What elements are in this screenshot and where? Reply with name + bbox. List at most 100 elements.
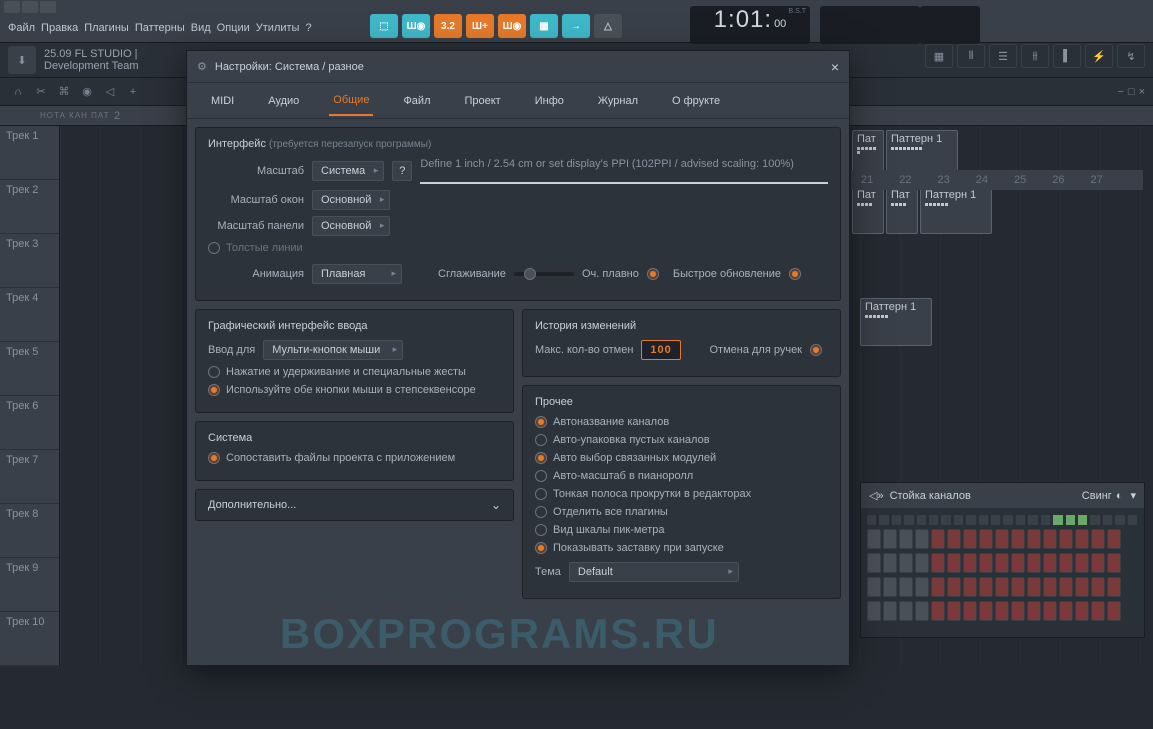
tab-info[interactable]: Инфо [531, 87, 568, 115]
view-wrench-icon[interactable]: ↯ [1117, 44, 1145, 68]
step-button[interactable] [1027, 553, 1041, 573]
other-radio-4[interactable] [535, 488, 547, 500]
pat-tabs[interactable]: НОТА КАН ПАТ [40, 111, 110, 120]
step-button[interactable] [1107, 553, 1121, 573]
step-button[interactable] [1027, 529, 1041, 549]
other-radio-3[interactable] [535, 470, 547, 482]
channel-rack-header[interactable]: ◁» Стойка каналов Свинг ◐ ▾ [861, 483, 1144, 509]
track-5[interactable]: Трек 5 [0, 342, 59, 396]
step-button[interactable] [1011, 553, 1025, 573]
step-button[interactable] [1091, 529, 1105, 549]
tool-x-icon[interactable]: × [1139, 86, 1145, 98]
step-button[interactable] [915, 529, 929, 549]
transport-btn-2[interactable]: 3.2 [434, 14, 462, 38]
tab-audio[interactable]: Аудио [264, 87, 303, 115]
step-button[interactable] [1107, 529, 1121, 549]
ppi-slider[interactable] [420, 182, 828, 184]
theme-dropdown[interactable]: Default [569, 562, 739, 582]
step-button[interactable] [995, 553, 1009, 573]
dialog-header[interactable]: ⚙ Настройки: Система / разное × [187, 51, 849, 83]
transport-btn-7[interactable]: △ [594, 14, 622, 38]
step-button[interactable] [899, 577, 913, 597]
magnet-icon[interactable]: ∩ [8, 82, 28, 102]
tab-midi[interactable]: MIDI [207, 87, 238, 115]
other-radio-5[interactable] [535, 506, 547, 518]
hold-gesture-radio[interactable] [208, 366, 220, 378]
step-button[interactable] [931, 529, 945, 549]
tab-general[interactable]: Общие [329, 86, 373, 116]
menu-edit[interactable]: Правка [41, 22, 78, 34]
other-radio-2[interactable] [535, 452, 547, 464]
thick-lines-radio[interactable] [208, 242, 220, 254]
help-button[interactable]: ? [392, 161, 412, 181]
menu-help[interactable]: ? [305, 22, 311, 34]
step-button[interactable] [1075, 601, 1089, 621]
view-sliders-icon[interactable]: ⫵ [1021, 44, 1049, 68]
menu-plugins[interactable]: Плагины [84, 22, 129, 34]
track-6[interactable]: Трек 6 [0, 396, 59, 450]
step-button[interactable] [995, 577, 1009, 597]
step-button[interactable] [899, 529, 913, 549]
step-button[interactable] [1107, 601, 1121, 621]
step-button[interactable] [979, 529, 993, 549]
step-button[interactable] [931, 553, 945, 573]
swing-knob-icon[interactable]: ◐ [1116, 490, 1123, 502]
menu-patterns[interactable]: Паттерны [135, 22, 185, 34]
chevron-down-icon[interactable]: ▾ [1130, 489, 1136, 502]
link-icon[interactable]: ⌘ [54, 82, 74, 102]
step-button[interactable] [1011, 529, 1025, 549]
view-channel-icon[interactable]: ☰ [989, 44, 1017, 68]
associate-radio[interactable] [208, 452, 220, 464]
view-playlist-icon[interactable]: ▦ [925, 44, 953, 68]
step-button[interactable] [867, 529, 881, 549]
step-button[interactable] [947, 577, 961, 597]
track-8[interactable]: Трек 8 [0, 504, 59, 558]
panel-scale-dropdown[interactable]: Основной [312, 216, 390, 236]
close-icon[interactable]: × [831, 59, 839, 75]
step-button[interactable] [1059, 529, 1073, 549]
step-button[interactable] [899, 553, 913, 573]
step-button[interactable] [947, 529, 961, 549]
mute-icon[interactable]: ◉ [77, 82, 97, 102]
step-button[interactable] [995, 529, 1009, 549]
track-7[interactable]: Трек 7 [0, 450, 59, 504]
step-button[interactable] [915, 577, 929, 597]
step-button[interactable] [979, 577, 993, 597]
other-radio-6[interactable] [535, 524, 547, 536]
save-icon[interactable]: ⬇ [8, 46, 36, 74]
step-button[interactable] [867, 601, 881, 621]
step-button[interactable] [963, 553, 977, 573]
animation-dropdown[interactable]: Плавная [312, 264, 402, 284]
scale-dropdown[interactable]: Система [312, 161, 384, 181]
both-buttons-radio[interactable] [208, 384, 220, 396]
step-button[interactable] [1043, 577, 1057, 597]
step-button[interactable] [1107, 577, 1121, 597]
step-button[interactable] [915, 553, 929, 573]
other-radio-0[interactable] [535, 416, 547, 428]
cut-icon[interactable]: ✂ [31, 82, 51, 102]
view-browser-icon[interactable]: ▌ [1053, 44, 1081, 68]
window-scale-dropdown[interactable]: Основной [312, 190, 390, 210]
step-button[interactable] [947, 601, 961, 621]
step-button[interactable] [1027, 577, 1041, 597]
menu-file[interactable]: Файл [8, 22, 35, 34]
step-button[interactable] [899, 601, 913, 621]
window-max-button[interactable] [22, 1, 38, 13]
step-button[interactable] [963, 529, 977, 549]
view-plugin-icon[interactable]: ⚡ [1085, 44, 1113, 68]
transport-btn-1[interactable]: Ш◉ [402, 14, 430, 38]
step-button[interactable] [1043, 553, 1057, 573]
track-9[interactable]: Трек 9 [0, 558, 59, 612]
step-button[interactable] [883, 553, 897, 573]
max-undo-input[interactable]: 100 [641, 340, 680, 360]
pattern-clip[interactable]: Паттерн 1 [860, 298, 932, 346]
tool-minus-icon[interactable]: − [1117, 86, 1123, 98]
step-button[interactable] [883, 577, 897, 597]
step-button[interactable] [1059, 601, 1073, 621]
view-mixer-icon[interactable]: ⫴ [957, 44, 985, 68]
track-2[interactable]: Трек 2 [0, 180, 59, 234]
step-button[interactable] [867, 577, 881, 597]
pattern-clip[interactable]: Пат [886, 186, 918, 234]
fast-update-radio[interactable] [789, 268, 801, 280]
pattern-clip[interactable]: Пат [852, 186, 884, 234]
